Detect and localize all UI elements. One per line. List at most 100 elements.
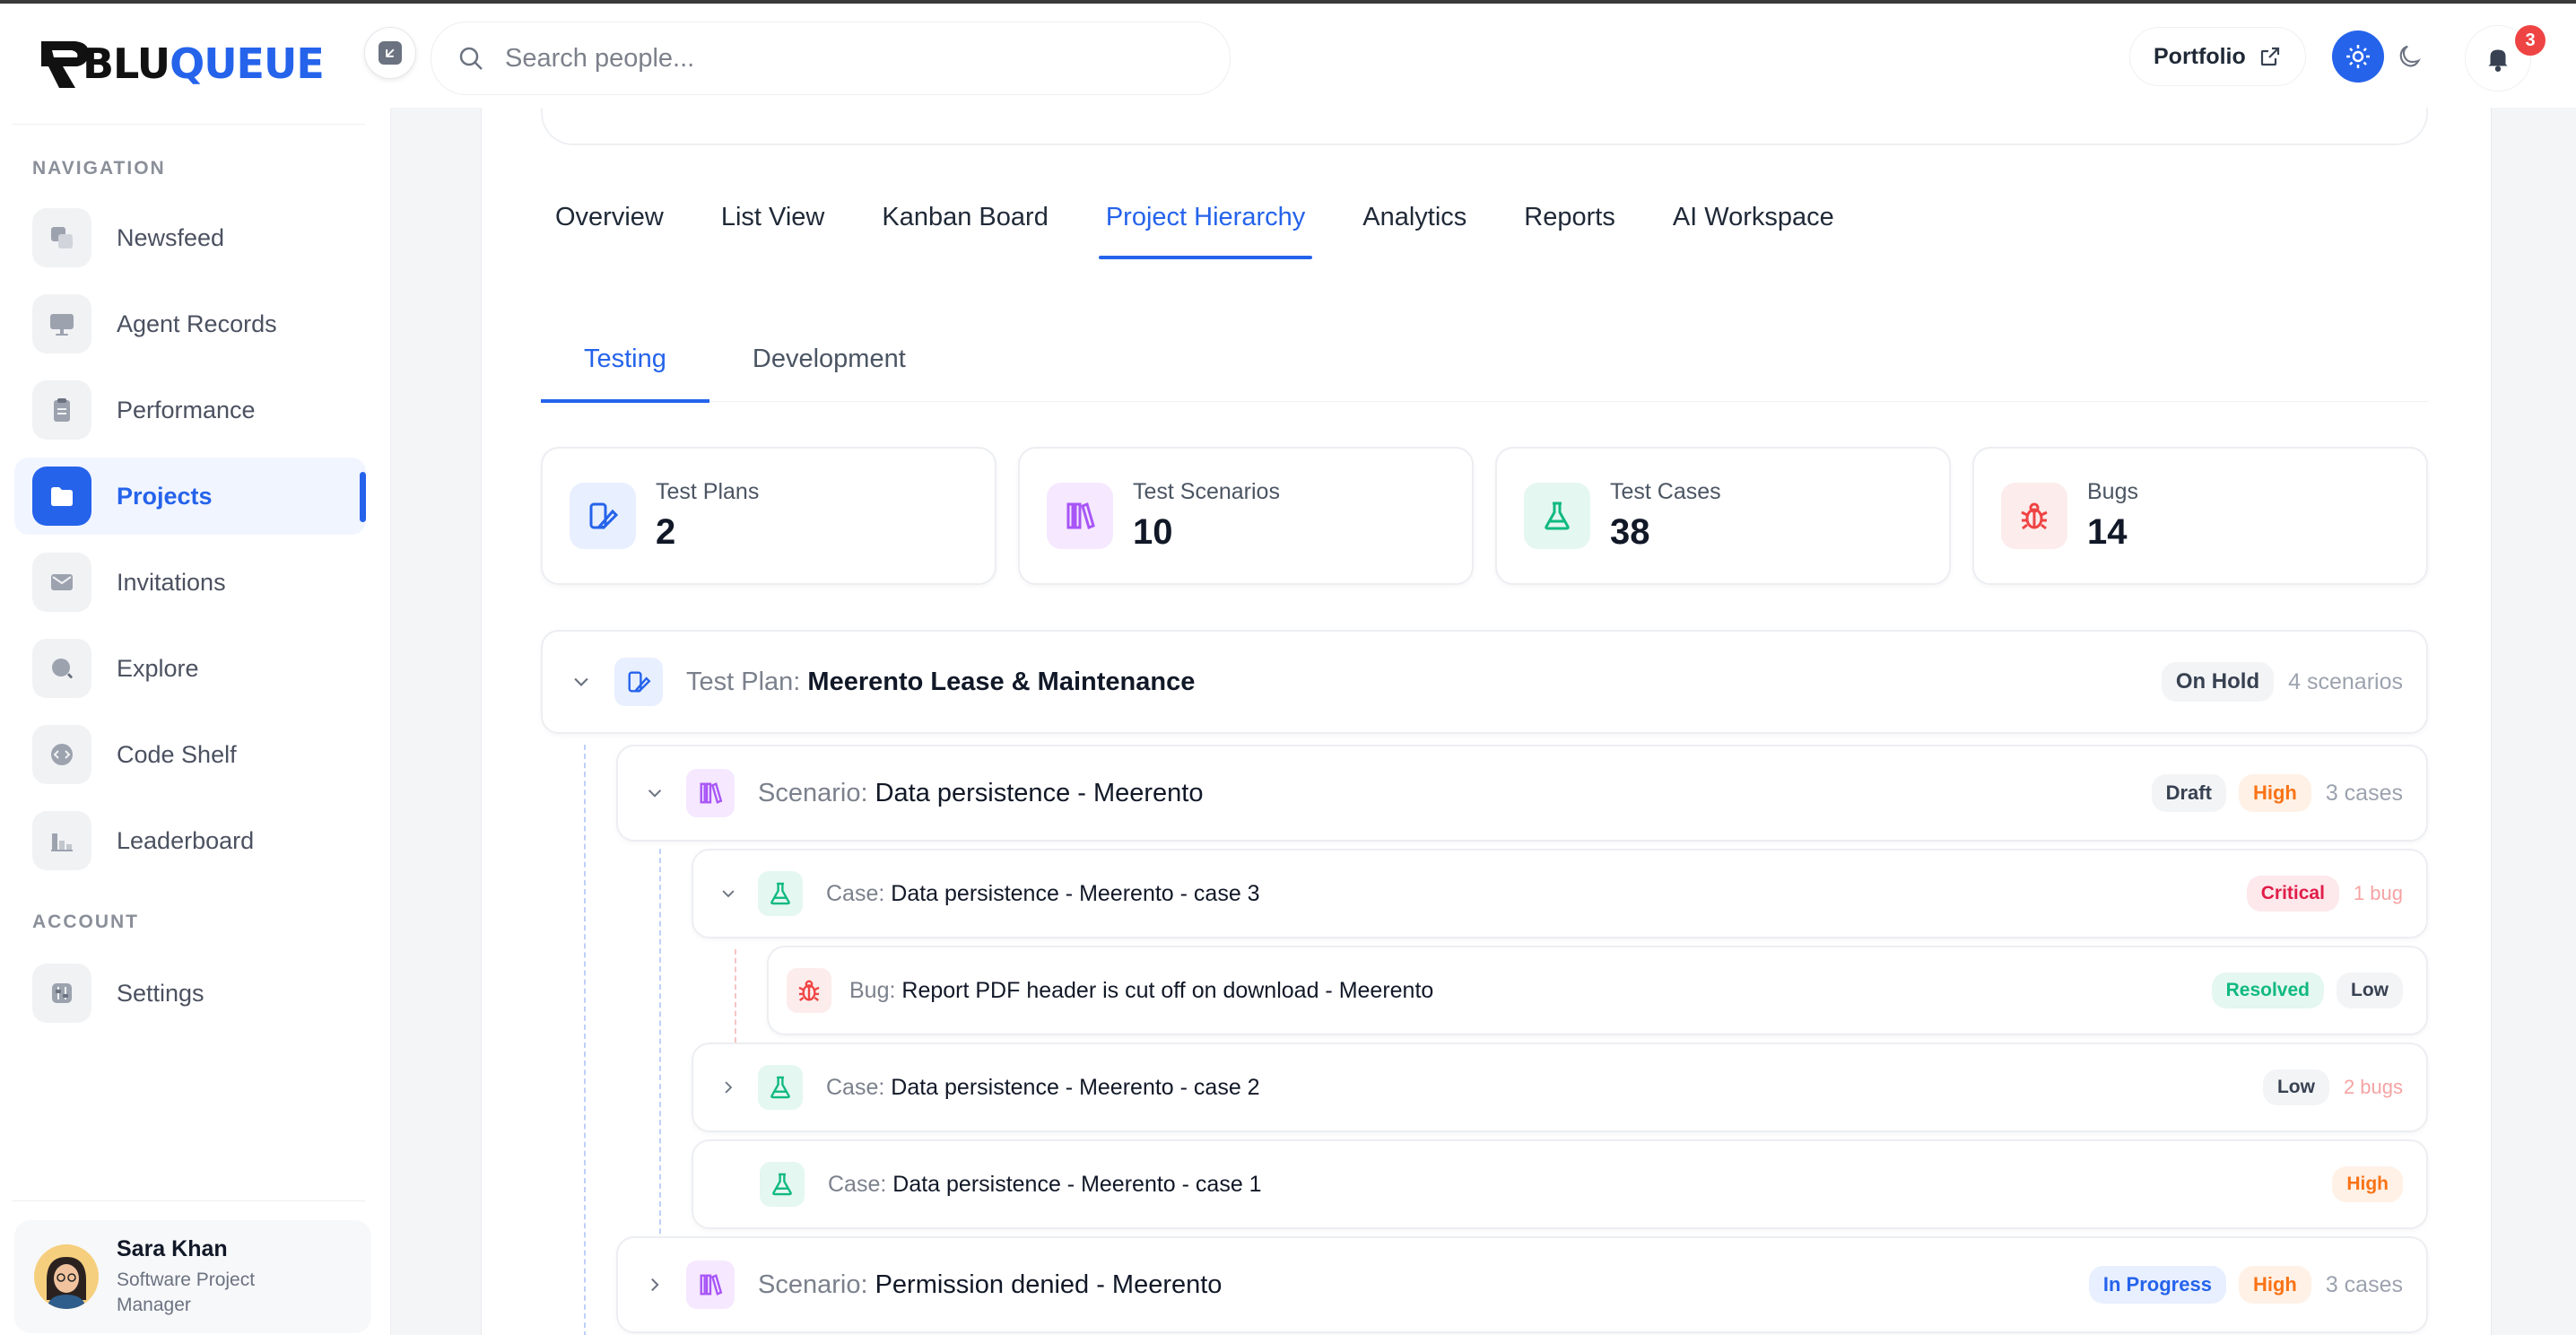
- search-bar[interactable]: [431, 22, 1231, 95]
- leaderboard-icon: [32, 811, 91, 870]
- row-prefix: Case:: [828, 1171, 887, 1197]
- brand-logo[interactable]: BLUQUEUE: [39, 34, 325, 93]
- stat-value: 2: [656, 512, 676, 552]
- sidebar-item-newsfeed[interactable]: Newsfeed: [14, 199, 366, 276]
- sidebar-item-leaderboard[interactable]: Leaderboard: [14, 802, 366, 879]
- project-panel: Overview List View Kanban Board Project …: [481, 77, 2492, 1335]
- sidebar-item-explore[interactable]: Explore: [14, 630, 366, 707]
- stat-value: 10: [1133, 512, 1173, 552]
- tab-ai-workspace[interactable]: AI Workspace: [1666, 203, 1841, 259]
- chevron-down-icon[interactable]: [641, 780, 668, 807]
- clipboard-icon: [32, 380, 91, 440]
- case-name: Data persistence - Meerento - case 2: [891, 1074, 1260, 1100]
- row-prefix: Case:: [826, 1074, 885, 1100]
- tree-connector: [735, 949, 736, 1043]
- profile-role: Software Project Manager: [117, 1269, 256, 1315]
- sidebar-item-label: Invitations: [117, 568, 226, 596]
- case-row[interactable]: Case: Data persistence - Meerento - case…: [692, 1139, 2428, 1229]
- settings-icon: [32, 964, 91, 1023]
- bug-count: 2 bugs: [2343, 1076, 2403, 1098]
- row-prefix: Scenario:: [758, 778, 868, 807]
- tab-analytics[interactable]: Analytics: [1355, 203, 1474, 259]
- stat-card-test-scenarios: Test Scenarios 10: [1018, 447, 1474, 585]
- hierarchy-subtabs: Testing Development: [541, 345, 2428, 403]
- chevron-down-icon[interactable]: [715, 880, 742, 907]
- theme-toggle[interactable]: [2327, 25, 2441, 88]
- test-plan-row[interactable]: Test Plan: Meerento Lease & Maintenance …: [541, 630, 2428, 734]
- bug-icon: [787, 968, 831, 1013]
- scenario-name: Permission denied - Meerento: [875, 1270, 1223, 1299]
- sidebar-item-label: Code Shelf: [117, 740, 237, 768]
- chevron-right-icon[interactable]: [715, 1074, 742, 1101]
- divider: [13, 1200, 365, 1201]
- case-row[interactable]: Case: Data persistence - Meerento - case…: [692, 1043, 2428, 1132]
- portfolio-button[interactable]: Portfolio: [2129, 27, 2306, 86]
- library-icon: [686, 1261, 735, 1309]
- nav-heading: NAVIGATION: [32, 158, 166, 179]
- subtab-testing[interactable]: Testing: [541, 345, 709, 403]
- row-prefix: Test Plan:: [686, 667, 801, 696]
- sidebar-item-label: Leaderboard: [117, 826, 255, 854]
- flask-icon: [758, 1065, 803, 1110]
- brand-name-dark: BLU: [83, 39, 170, 88]
- sidebar-item-label: Explore: [117, 654, 199, 682]
- stat-label: Bugs: [2087, 479, 2138, 504]
- scenario-name: Data persistence - Meerento: [875, 778, 1204, 807]
- scenario-row[interactable]: Scenario: Permission denied - Meerento I…: [616, 1236, 2428, 1333]
- case-row[interactable]: Case: Data persistence - Meerento - case…: [692, 849, 2428, 938]
- chevron-right-icon[interactable]: [641, 1271, 668, 1298]
- stat-label: Test Scenarios: [1133, 479, 1280, 504]
- sidebar-item-label: Newsfeed: [117, 223, 225, 251]
- sidebar-item-label: Projects: [117, 482, 213, 510]
- priority-badge: Critical: [2246, 876, 2339, 912]
- row-prefix: Case:: [826, 880, 885, 906]
- test-plan-name: Meerento Lease & Maintenance: [807, 667, 1196, 696]
- bell-icon: [2488, 49, 2508, 72]
- scenario-row[interactable]: Scenario: Data persistence - Meerento Dr…: [616, 745, 2428, 842]
- sidebar-item-settings[interactable]: Settings: [14, 955, 366, 1032]
- sun-icon[interactable]: [2332, 31, 2384, 83]
- project-tabs: Overview List View Kanban Board Project …: [548, 203, 1884, 259]
- sidebar-item-label: Settings: [117, 979, 205, 1007]
- status-badge: Resolved: [2211, 973, 2324, 1008]
- stat-value: 14: [2087, 512, 2128, 552]
- sidebar-item-invitations[interactable]: Invitations: [14, 544, 366, 621]
- search-icon: [459, 47, 483, 70]
- sidebar-item-projects[interactable]: Projects: [14, 458, 366, 535]
- search-input[interactable]: [505, 43, 1187, 74]
- tab-kanban-board[interactable]: Kanban Board: [875, 203, 1055, 259]
- notification-badge: 3: [2515, 25, 2546, 56]
- collapse-icon: [379, 41, 402, 65]
- stat-label: Test Cases: [1610, 479, 1721, 504]
- bug-count: 1 bug: [2353, 882, 2403, 904]
- status-badge: On Hold: [2161, 662, 2275, 702]
- stat-label: Test Plans: [656, 479, 760, 504]
- sidebar-item-label: Agent Records: [117, 310, 277, 337]
- chevron-down-icon[interactable]: [568, 668, 595, 695]
- tab-reports[interactable]: Reports: [1517, 203, 1623, 259]
- avatar: [34, 1244, 99, 1309]
- test-plan-icon: [570, 483, 636, 549]
- bug-icon: [2001, 483, 2067, 549]
- priority-badge: High: [2332, 1166, 2403, 1202]
- tab-overview[interactable]: Overview: [548, 203, 671, 259]
- flask-icon: [760, 1162, 805, 1207]
- explore-icon: [32, 639, 91, 698]
- tab-list-view[interactable]: List View: [714, 203, 832, 259]
- sidebar-item-performance[interactable]: Performance: [14, 371, 366, 449]
- scenario-count: 4 scenarios: [2288, 668, 2403, 694]
- bug-row[interactable]: Bug: Report PDF header is cut off on dow…: [767, 946, 2428, 1035]
- monitor-icon: [32, 294, 91, 353]
- sidebar-collapse-button[interactable]: [364, 27, 416, 79]
- flask-icon: [758, 871, 803, 916]
- subtab-development[interactable]: Development: [709, 345, 949, 402]
- user-profile-card[interactable]: Sara Khan Software Project Manager: [14, 1220, 371, 1333]
- tab-project-hierarchy[interactable]: Project Hierarchy: [1098, 203, 1313, 259]
- library-icon: [1047, 483, 1113, 549]
- newsfeed-icon: [32, 208, 91, 267]
- stat-card-test-plans: Test Plans 2: [541, 447, 996, 585]
- sidebar-item-agent-records[interactable]: Agent Records: [14, 285, 366, 362]
- sidebar-item-code-shelf[interactable]: Code Shelf: [14, 716, 366, 793]
- profile-name: Sara Khan: [117, 1235, 228, 1261]
- moon-icon[interactable]: [2384, 31, 2436, 83]
